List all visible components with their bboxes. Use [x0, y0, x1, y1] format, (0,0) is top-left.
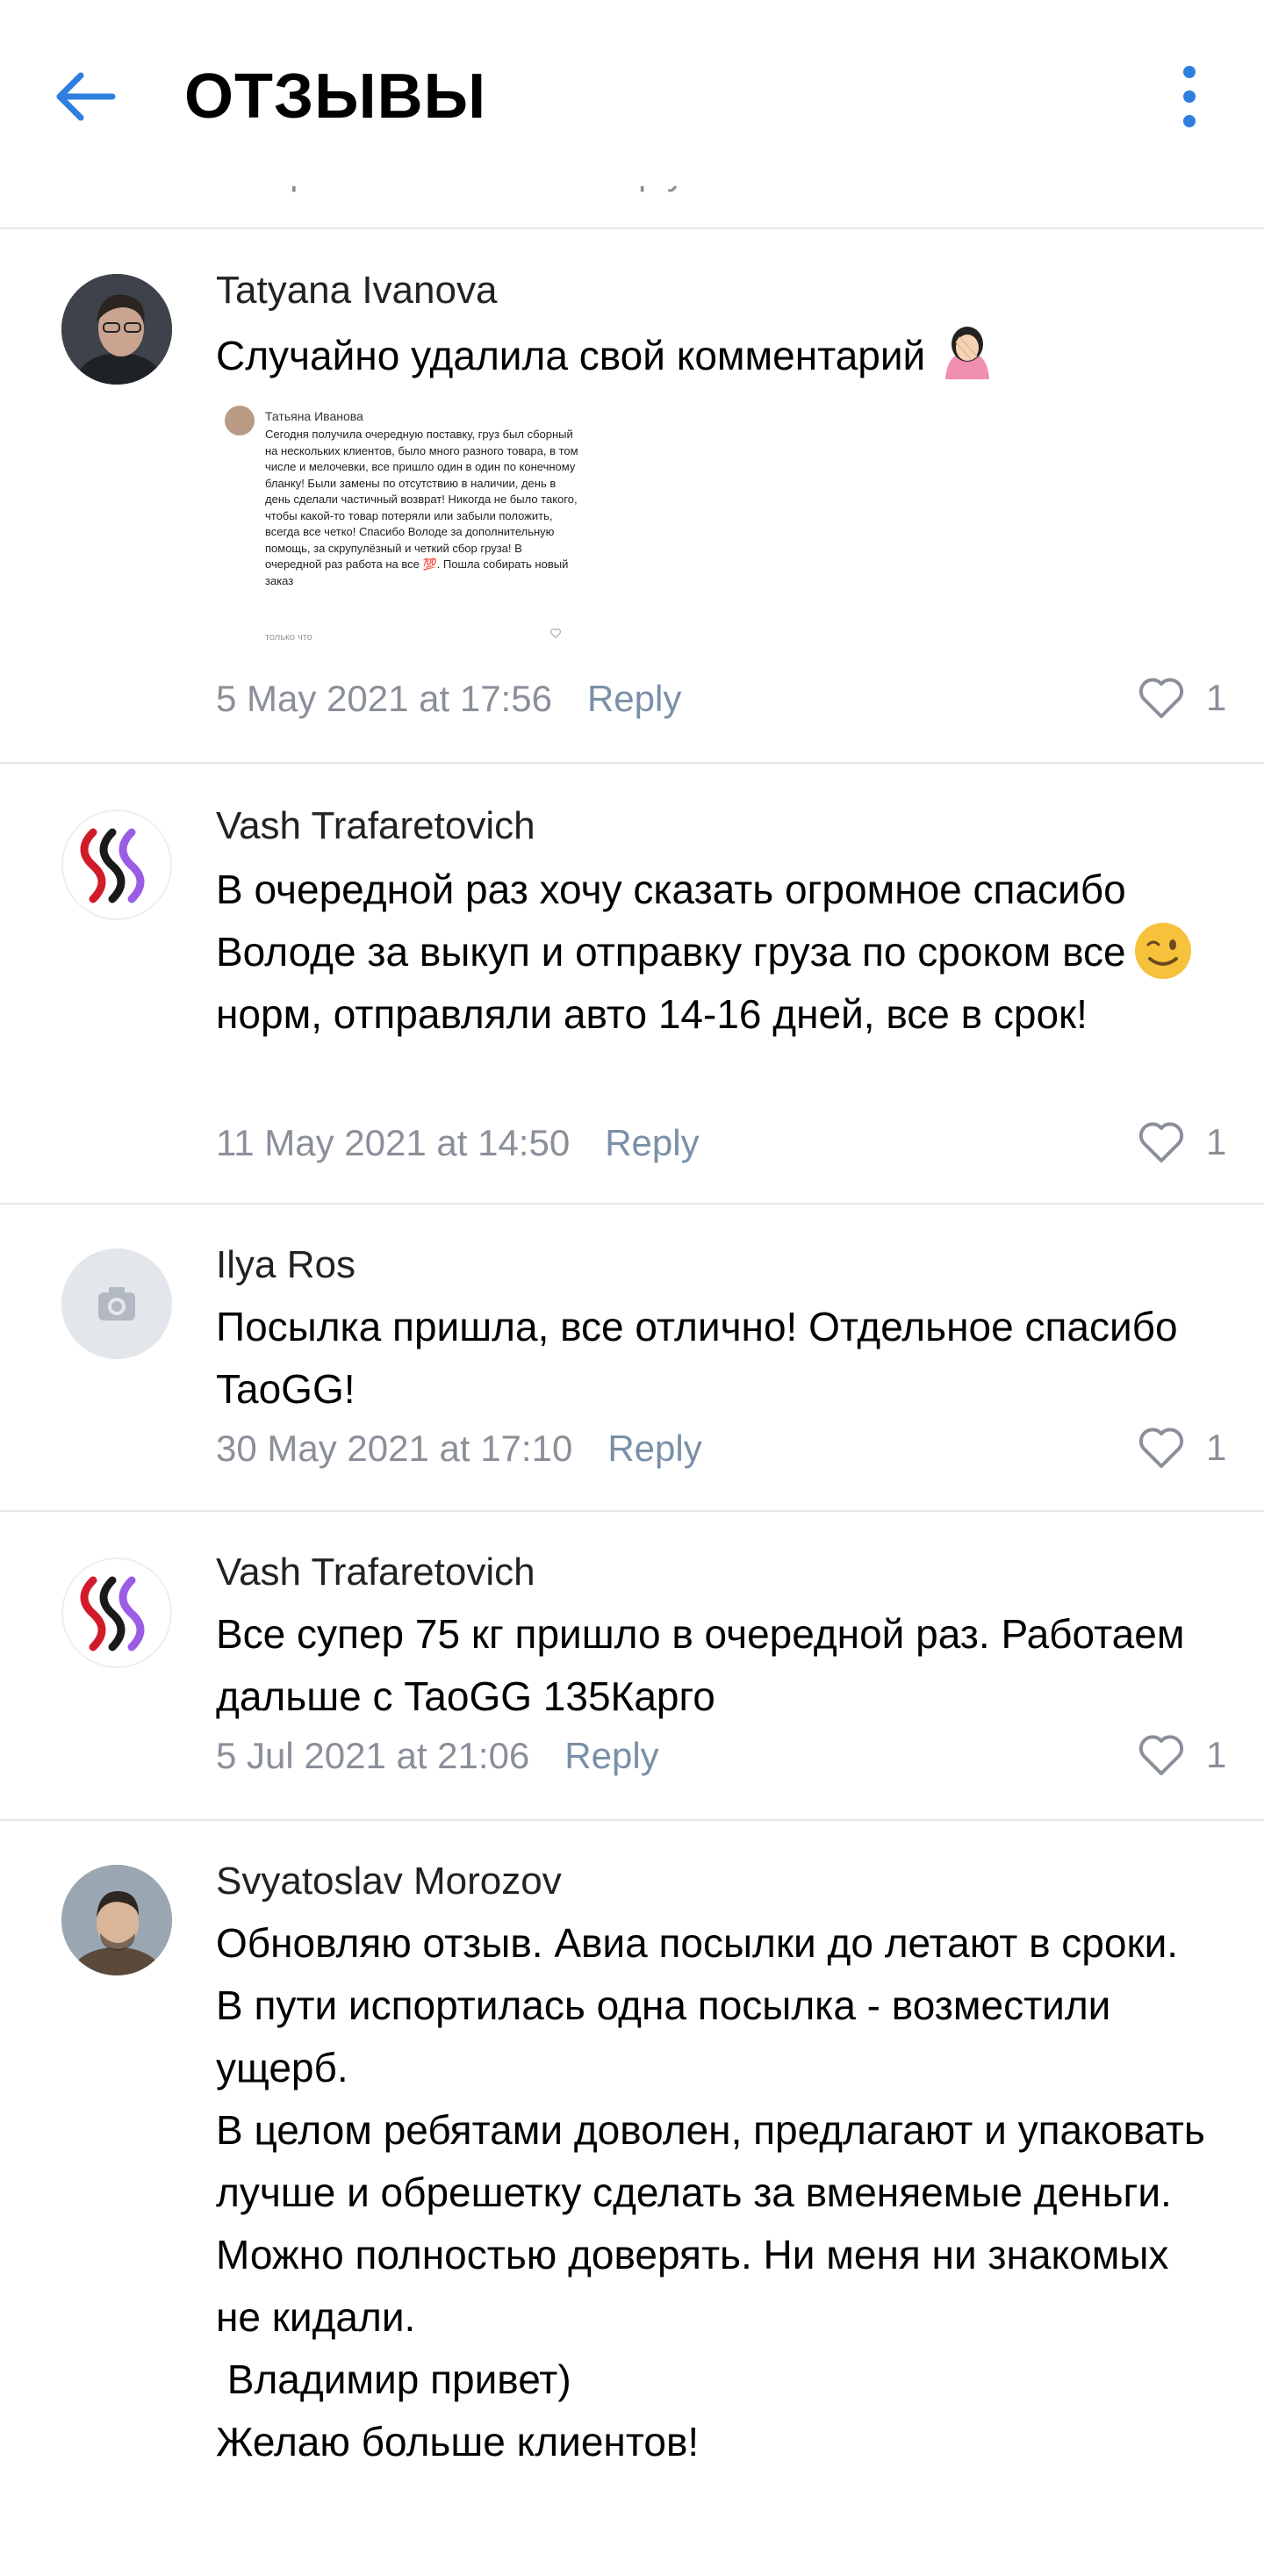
- comment-text-content: Посылка пришла, все отлично! Отдельное с…: [216, 1304, 1178, 1412]
- comment-paragraph: Обновляю отзыв. Авиа посылки до летают в…: [216, 1920, 1179, 1966]
- reply-button[interactable]: Reply: [564, 1735, 658, 1776]
- avatar[interactable]: [61, 274, 172, 385]
- comment-text-content: Случайно удалила свой комментарий: [216, 333, 926, 379]
- comment-date: 5 May 2021 at 17:56: [216, 678, 552, 719]
- back-button[interactable]: [51, 61, 121, 132]
- comment-text: Обновляю отзыв. Авиа посылки до летают в…: [216, 1912, 1208, 2473]
- camera-icon: [98, 1287, 135, 1320]
- comment-paragraph: В целом ребятами доволен, предлагают и у…: [216, 2107, 1205, 2215]
- trafaret-logo-icon: [80, 1576, 145, 1651]
- comment-text: Посылка пришла, все отлично! Отдельное с…: [216, 1296, 1208, 1421]
- comment-paragraph: Можно полностью доверять. Ни меня ни зна…: [216, 2232, 1169, 2340]
- comment-item: Vash Trafaretovich Все супер 75 кг пришл…: [0, 1512, 1264, 1819]
- comment-text-content: В очередной раз хочу сказать огромное сп…: [216, 867, 1126, 1037]
- winking-face-emoji-icon: [1135, 923, 1191, 979]
- comment-author[interactable]: Vash Trafaretovich: [216, 1551, 535, 1594]
- comment-text-content: Все супер 75 кг пришло в очередной раз. …: [216, 1611, 1185, 1719]
- comment-author[interactable]: Ilya Ros: [216, 1243, 356, 1287]
- comment-item: Svyatoslav Morozov Обновляю отзыв. Авиа …: [0, 1821, 1264, 2576]
- avatar[interactable]: [61, 1865, 172, 1975]
- avatar[interactable]: [61, 809, 172, 920]
- like-button[interactable]: 1: [1138, 1426, 1226, 1470]
- comment-text: Все супер 75 кг пришло в очередной раз. …: [216, 1603, 1208, 1728]
- comment-author[interactable]: Tatyana Ivanova: [216, 269, 497, 313]
- heart-icon: [1138, 1735, 1184, 1775]
- comment-date: 30 May 2021 at 17:10: [216, 1428, 573, 1469]
- comment-date: 5 Jul 2021 at 21:06: [216, 1735, 530, 1776]
- more-options-button[interactable]: [1159, 61, 1220, 132]
- attachment-heart-icon: [550, 628, 561, 639]
- avatar-photo-icon: [61, 1865, 172, 1975]
- like-count: 1: [1206, 677, 1227, 718]
- comment-meta: 30 May 2021 at 17:10 Reply: [216, 1428, 702, 1470]
- trafaret-logo-icon: [80, 828, 145, 903]
- like-button[interactable]: 1: [1138, 1733, 1226, 1777]
- comment-item: Ilya Ros Посылка пришла, все отлично! От…: [0, 1205, 1264, 1510]
- attached-screenshot-image[interactable]: Татьяна Иванова Сегодня получила очередн…: [216, 397, 585, 651]
- attachment-text: Сегодня получила очередную поставку, гру…: [265, 428, 578, 587]
- attachment-time: только что: [265, 632, 312, 643]
- comment-meta: 5 Jul 2021 at 21:06 Reply: [216, 1735, 659, 1777]
- comment-author[interactable]: Vash Trafaretovich: [216, 804, 535, 848]
- reply-button[interactable]: Reply: [605, 1122, 699, 1163]
- top-app-bar: ОТЗЫВЫ: [0, 0, 1264, 186]
- like-count: 1: [1206, 1734, 1227, 1775]
- heart-icon: [1138, 1122, 1184, 1162]
- comment-item: Tatyana Ivanova Случайно удалила свой ко…: [0, 230, 1264, 762]
- avatar[interactable]: [61, 1248, 172, 1359]
- avatar-photo-icon: [61, 274, 172, 385]
- comment-paragraph: Желаю больше клиентов!: [216, 2419, 700, 2464]
- heart-icon: [1138, 1428, 1184, 1468]
- reply-button[interactable]: Reply: [607, 1428, 701, 1469]
- woman-facepalming-emoji-icon: [937, 321, 998, 397]
- attachment-author: Татьяна Иванова: [265, 409, 363, 423]
- comment-meta: 5 May 2021 at 17:56 Reply: [216, 678, 681, 720]
- more-vertical-icon: [1183, 66, 1196, 127]
- like-button[interactable]: 1: [1138, 676, 1226, 720]
- comment-text: Случайно удалила свой комментарий: [216, 321, 1208, 397]
- like-button[interactable]: 1: [1138, 1120, 1226, 1164]
- divider: [0, 227, 1264, 229]
- arrow-left-icon: [56, 72, 116, 121]
- avatar[interactable]: [61, 1558, 172, 1668]
- comment-item: Vash Trafaretovich В очередной раз хочу …: [0, 764, 1264, 1203]
- like-count: 1: [1206, 1121, 1227, 1162]
- comment-meta: 11 May 2021 at 14:50 Reply: [216, 1122, 700, 1164]
- reply-button[interactable]: Reply: [587, 678, 681, 719]
- comment-date: 11 May 2021 at 14:50: [216, 1122, 571, 1163]
- comment-paragraph: Владимир привет): [216, 2357, 571, 2402]
- attachment-avatar: [225, 406, 255, 435]
- page-title: ОТЗЫВЫ: [184, 61, 487, 132]
- comment-author[interactable]: Svyatoslav Morozov: [216, 1860, 562, 1903]
- comment-text: В очередной раз хочу сказать огромное сп…: [216, 859, 1208, 1046]
- heart-icon: [1138, 678, 1184, 718]
- like-count: 1: [1206, 1427, 1227, 1468]
- comment-paragraph: В пути испортилась одна посылка - возмес…: [216, 1982, 1111, 2090]
